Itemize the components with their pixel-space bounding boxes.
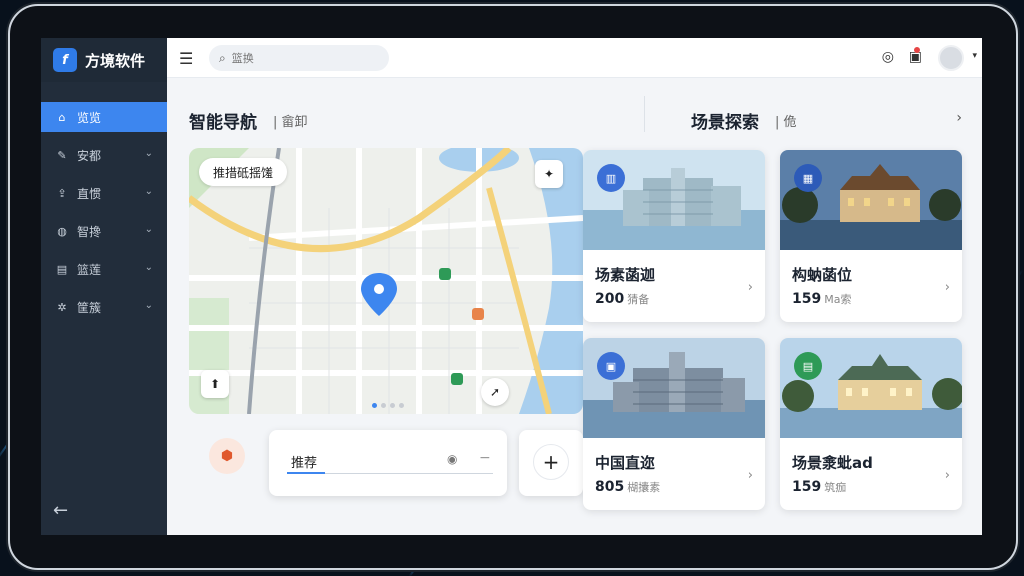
hamburger-menu-icon[interactable]: ☰: [179, 49, 193, 68]
nav-section-subtitle: | 畲卸: [273, 115, 308, 130]
home-icon: ⌂: [58, 110, 66, 124]
scene-card[interactable]: ▥ 场素菡迦 200 猜备 ›: [583, 150, 765, 322]
chevron-down-icon: ⌄: [144, 186, 153, 197]
globe-icon: ◍: [57, 224, 67, 238]
app-title: 方境软件: [85, 51, 146, 70]
chart-icon: ▤: [56, 262, 68, 276]
sidebar-item-overview[interactable]: ⌂ 览览: [41, 102, 167, 132]
search-input[interactable]: [231, 51, 372, 65]
scene-card[interactable]: ▦ 构蚋菡位 159 Ma索 ›: [780, 150, 962, 322]
map-canvas: [189, 148, 583, 414]
page-dot[interactable]: [399, 403, 404, 408]
card-title: 场素菡迦: [595, 266, 656, 284]
recommend-panel[interactable]: 推荐 ◉ −: [269, 430, 507, 496]
chevron-right-icon: ›: [944, 468, 950, 483]
location-button[interactable]: ⬆: [201, 370, 229, 398]
page-dot[interactable]: [372, 403, 377, 408]
avatar[interactable]: [938, 45, 964, 71]
chevron-down-icon: ⌄: [144, 300, 153, 311]
cube-icon: ▣: [597, 352, 625, 380]
card-title: 中国直迩: [595, 454, 656, 472]
nav-section-title: 智能导航: [189, 113, 257, 133]
map-bottom-controls: ⬢ 推荐 ◉ − +: [189, 414, 583, 510]
sidebar-item-label: 智搀: [77, 224, 102, 239]
chat-icon: ▤: [794, 352, 822, 380]
card-count: 805 楜攮素: [595, 479, 661, 495]
app-screen: f 方境软件 ⌂ 览览 ✎ 安都 ⌄ ⇪ 直惯 ⌄ ◍ 智搀 ⌄ ▤ 篮莲 ⌄ …: [41, 38, 982, 535]
sidebar-item-label: 筐簇: [77, 300, 102, 315]
chevron-right-icon: ›: [747, 468, 753, 483]
brand: f 方境软件: [41, 38, 167, 82]
scene-card[interactable]: ▣ 中国直迩 805 楜攮素 ›: [583, 338, 765, 510]
gate-icon: ▦: [794, 164, 822, 192]
page-dot[interactable]: [390, 403, 395, 408]
search-box[interactable]: ⌕: [209, 45, 389, 71]
sidebar-item-label: 览览: [77, 110, 102, 125]
chevron-down-icon: ⌄: [144, 262, 153, 273]
sidebar-item-label: 直惯: [77, 186, 102, 201]
card-title: 场景淾蚍ad: [792, 454, 873, 472]
sidebar-nav: ⌂ 览览 ✎ 安都 ⌄ ⇪ 直惯 ⌄ ◍ 智搀 ⌄ ▤ 篮莲 ⌄ ✲ 筐簇 ⌄: [41, 102, 167, 322]
section-divider: [644, 96, 645, 132]
chevron-down-icon: ⌄: [144, 148, 153, 159]
recommend-label: 推荐: [291, 456, 318, 471]
notification-dot: [914, 47, 920, 53]
chevron-down-icon[interactable]: ▾: [972, 51, 977, 61]
scene-card[interactable]: ▤ 场景淾蚍ad 159 筑痂 ›: [780, 338, 962, 510]
layers-button[interactable]: ✦: [535, 160, 563, 188]
add-button[interactable]: +: [519, 430, 583, 496]
sidebar-item-6[interactable]: ✲ 筐簇 ⌄: [41, 292, 167, 322]
card-title: 构蚋菡位: [792, 266, 853, 284]
map-page-dots: [372, 403, 404, 408]
chevron-down-icon: ⌄: [144, 224, 153, 235]
sidebar-item-4[interactable]: ◍ 智搀 ⌄: [41, 216, 167, 246]
user-icon[interactable]: ◉: [447, 452, 457, 466]
edit-icon: ✎: [57, 148, 67, 162]
sidebar-item-label: 篮莲: [77, 262, 102, 277]
minus-icon[interactable]: −: [479, 450, 491, 466]
active-tab-indicator: [287, 472, 325, 474]
scene-section-subtitle: | 佹: [775, 115, 797, 130]
chevron-right-icon: ›: [747, 280, 753, 295]
upload-icon: ⇪: [57, 186, 67, 200]
navigate-button[interactable]: ➚: [481, 378, 509, 406]
building-icon: ▥: [597, 164, 625, 192]
scene-section-title: 场景探索: [691, 113, 759, 133]
settings-icon: ✲: [57, 300, 67, 314]
map-view[interactable]: 推措砥揺馐 ✦ ⬆ ➚: [189, 148, 583, 414]
sidebar-item-label: 安都: [77, 148, 102, 163]
plus-icon: +: [533, 444, 569, 480]
collapse-sidebar-button[interactable]: ←: [53, 500, 68, 521]
map-search-chip[interactable]: 推措砥揺馐: [199, 158, 288, 186]
sidebar-item-3[interactable]: ⇪ 直惯 ⌄: [41, 178, 167, 208]
sidebar: f 方境软件 ⌂ 览览 ✎ 安都 ⌄ ⇪ 直惯 ⌄ ◍ 智搀 ⌄ ▤ 篮莲 ⌄ …: [41, 38, 167, 535]
sidebar-item-5[interactable]: ▤ 篮莲 ⌄: [41, 254, 167, 284]
card-count: 159 Ma索: [792, 291, 852, 307]
topbar: ☰ ⌕ ◎ ▣ ♪ ▾: [167, 38, 982, 78]
chevron-right-icon: ›: [944, 280, 950, 295]
app-logo: f: [53, 48, 77, 72]
card-count: 200 猜备: [595, 291, 650, 307]
sidebar-item-2[interactable]: ✎ 安都 ⌄: [41, 140, 167, 170]
target-icon[interactable]: ◎: [882, 49, 894, 65]
card-count: 159 筑痂: [792, 479, 847, 495]
page-dot[interactable]: [381, 403, 386, 408]
search-icon: ⌕: [219, 50, 226, 65]
chevron-right-icon[interactable]: ›: [956, 110, 962, 126]
poi-gift-icon[interactable]: ⬢: [209, 438, 245, 474]
